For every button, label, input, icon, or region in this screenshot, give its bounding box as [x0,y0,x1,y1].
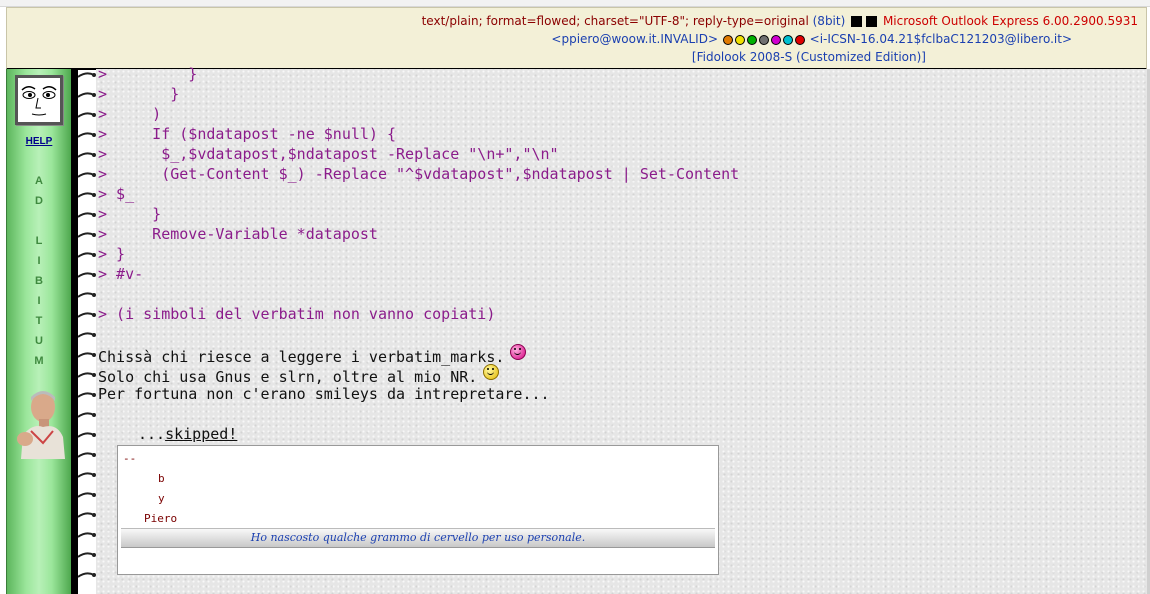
sidebar-letter: D [35,195,43,207]
spiral-ring [78,352,95,358]
header-address-line: <ppiero@woow.it.INVALID> <i-ICSN-16.04.2… [551,32,1072,46]
top-strip [0,0,1150,7]
spiral-ring [78,192,95,198]
yellow-smiley-icon [483,364,500,380]
magenta-dot-icon [770,35,781,45]
sidebar-letter: A [35,175,43,187]
help-link[interactable]: HELP [7,136,71,147]
edition-link[interactable]: [Fidolook 2008-S (Customized Edition)] [692,50,926,64]
sender-email-link[interactable]: <ppiero@woow.it.INVALID> [551,32,718,46]
orange-dot-icon [722,35,733,45]
spiral-ring [78,332,95,338]
spiral-ring [78,412,95,418]
sidebar-letter: I [37,295,41,307]
spiral-ring [78,92,95,98]
sidebar-letter: T [35,315,43,327]
spiral-ring [78,72,95,78]
message-line: > ) [98,105,162,123]
spiral-ring [78,572,95,578]
spiral-binding [78,72,96,578]
message-id-link[interactable]: <i-ICSN-16.04.21$fclbaC121203@libero.it> [810,32,1072,46]
message-line: > #v- [98,265,144,283]
message-line: > (Get-Content $_) -Replace "^$vdatapost… [98,165,740,183]
message-line: > } [98,245,126,263]
spiral-ring [78,152,95,158]
skipped-line: ...skipped! [138,424,237,444]
spiral-ring [78,212,95,218]
content-type-text: text/plain; format=flowed; charset="UTF-… [421,14,809,28]
message-line: > } [98,65,198,83]
red-dot-icon [794,35,805,45]
spiral-ring [78,252,95,258]
message-line: Per fortuna non c'erano smileys da intre… [98,385,550,403]
signature-name: Piero [144,512,178,525]
pink-smiley-icon [510,344,527,360]
message-line: > } [98,205,162,223]
spiral-ring [78,132,95,138]
gray-dot-icon [758,35,769,45]
signature-tagline: Ho nascosto qualche grammo di cervello p… [121,528,715,548]
sidebar-letter: L [35,235,43,247]
green-dot-icon [746,35,757,45]
spiral-ring [78,552,95,558]
eyes-avatar-icon[interactable] [15,75,63,125]
signature-dashes: -- [123,452,137,465]
spiral-ring [78,472,95,478]
ad-libitum-letters: ADLIBITUM [7,171,71,371]
message-line: > If ($ndatapost -ne $null) { [98,125,397,143]
spiral-ring [78,512,95,518]
spiral-ring [78,532,95,538]
encoding-bits-text: (8bit) [812,14,846,28]
spiral-ring [78,272,95,278]
spiral-ring [78,172,95,178]
message-line: > $_,$vdatapost,$ndatapost -Replace "\n+… [98,145,559,163]
message-line: > Remove-Variable *datapost [98,225,378,243]
message-body: > } > } > ) > If ($ndatapost -ne $null) { > … [96,65,1150,594]
spiral-ring [78,452,95,458]
binder-bar [71,69,78,594]
spiral-ring [78,372,95,378]
sidebar-letter [7,211,71,231]
message-line: > $_ [98,185,135,203]
sidebar-letter: I [37,255,41,267]
message-header: text/plain; format=flowed; charset="UTF-… [6,7,1147,70]
spiral-ring [78,392,95,398]
cyan-dot-icon [782,35,793,45]
black-square-icon [851,16,863,27]
sidebar-letter: B [35,275,43,287]
header-format-line: text/plain; format=flowed; charset="UTF-… [422,14,1138,28]
yellow-dot-icon [734,35,745,45]
man-photo-icon [13,387,65,459]
black-square-icon [866,16,878,27]
skipped-link[interactable]: skipped! [165,425,237,443]
left-sidebar: HELP ADLIBITUM [6,69,71,594]
spiral-ring [78,292,95,298]
signature-line-b: b [158,472,165,485]
sidebar-letter: U [35,335,43,347]
mail-client-text: Microsoft Outlook Express 6.00.2900.5931 [882,14,1138,28]
message-line: > (i simboli del verbatim non vanno copi… [98,305,496,323]
skipped-prefix: ... [138,425,166,443]
signature-line-y: y [158,492,165,505]
spiral-ring [78,432,95,438]
signature-box: -- b y Piero Ho nascosto qualche grammo … [117,445,719,575]
header-edition-line: [Fidolook 2008-S (Customized Edition)] [692,50,926,64]
spiral-ring [78,312,95,318]
status-dots [722,32,806,46]
spiral-ring [78,112,95,118]
sidebar-letter: M [34,355,44,367]
spiral-ring [78,232,95,238]
message-line: > } [98,85,180,103]
spiral-ring [78,492,95,498]
